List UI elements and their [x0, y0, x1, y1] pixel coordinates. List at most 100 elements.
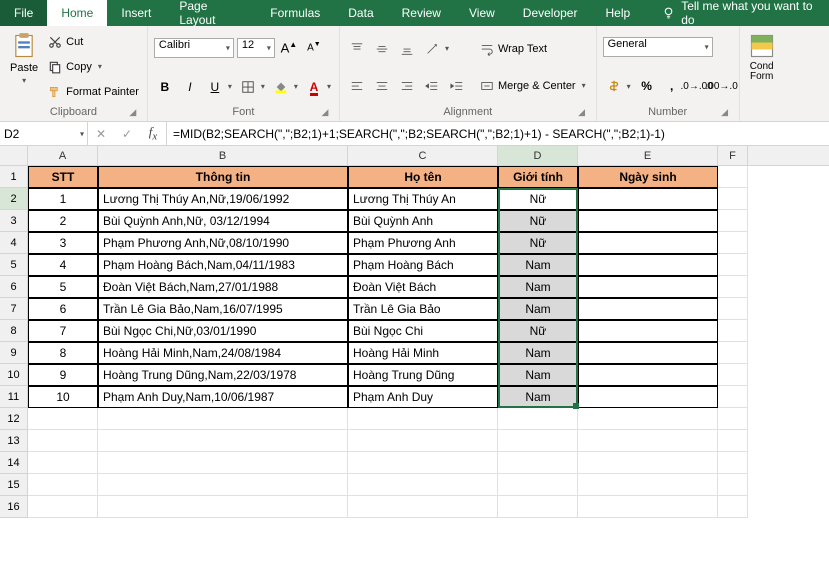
worksheet-grid[interactable]: A B C D E F 1 STT Thông tin Họ tên Giới … [0, 146, 829, 518]
insert-function-button[interactable]: fx [140, 124, 166, 143]
formula-input[interactable]: =MID(B2;SEARCH(",";B2;1)+1;SEARCH(",";B2… [167, 122, 829, 145]
cell[interactable] [98, 452, 348, 474]
col-header-e[interactable]: E [578, 146, 718, 165]
cell[interactable] [98, 474, 348, 496]
cell[interactable] [28, 474, 98, 496]
cell-info[interactable]: Hoàng Trung Dũng,Nam,22/03/1978 [98, 364, 348, 386]
cell-stt[interactable]: 10 [28, 386, 98, 408]
merge-center-button[interactable]: Merge & Center ▾ [478, 78, 590, 94]
cell-sex[interactable]: Nữ [498, 320, 578, 342]
cell[interactable] [718, 452, 748, 474]
cell-name[interactable]: Bùi Quỳnh Anh [348, 210, 498, 232]
cell-sex[interactable]: Nữ [498, 210, 578, 232]
cell-dob[interactable] [578, 188, 718, 210]
cell-stt[interactable]: 6 [28, 298, 98, 320]
header-hoten[interactable]: Họ tên [348, 166, 498, 188]
underline-button[interactable]: U▾ [204, 76, 234, 98]
cell-dob[interactable] [578, 298, 718, 320]
cell[interactable] [718, 210, 748, 232]
col-header-a[interactable]: A [28, 146, 98, 165]
cell-stt[interactable]: 7 [28, 320, 98, 342]
cell[interactable] [348, 408, 498, 430]
cell-stt[interactable]: 9 [28, 364, 98, 386]
row-header[interactable]: 11 [0, 386, 28, 408]
cell-sex[interactable]: Nam [498, 298, 578, 320]
cell-dob[interactable] [578, 364, 718, 386]
cell[interactable] [718, 232, 748, 254]
header-ngaysinh[interactable]: Ngày sinh [578, 166, 718, 188]
decrease-decimal-button[interactable]: .00→.0 [711, 75, 733, 97]
cell-stt[interactable]: 5 [28, 276, 98, 298]
cell[interactable] [498, 474, 578, 496]
cell[interactable] [578, 496, 718, 518]
cut-button[interactable]: Cut [46, 34, 141, 50]
align-middle-button[interactable] [371, 38, 393, 60]
cancel-formula-button[interactable]: ✕ [88, 127, 114, 141]
dialog-launcher-icon[interactable]: ◢ [127, 107, 139, 119]
cell[interactable] [578, 430, 718, 452]
tab-insert[interactable]: Insert [107, 0, 165, 26]
row-header[interactable]: 10 [0, 364, 28, 386]
cell-dob[interactable] [578, 320, 718, 342]
cell[interactable] [98, 430, 348, 452]
borders-button[interactable]: ▾ [237, 76, 267, 98]
row-header[interactable]: 16 [0, 496, 28, 518]
row-header[interactable]: 6 [0, 276, 28, 298]
cell-sex[interactable]: Nữ [498, 232, 578, 254]
name-box-input[interactable] [4, 127, 64, 141]
cell-sex[interactable]: Nam [498, 276, 578, 298]
row-header[interactable]: 9 [0, 342, 28, 364]
cell[interactable] [498, 452, 578, 474]
col-header-f[interactable]: F [718, 146, 748, 165]
row-header[interactable]: 1 [0, 166, 28, 188]
cell-stt[interactable]: 2 [28, 210, 98, 232]
increase-decimal-button[interactable]: .0→.00 [686, 75, 708, 97]
cell-name[interactable]: Hoàng Hải Minh [348, 342, 498, 364]
header-thongtin[interactable]: Thông tin [98, 166, 348, 188]
cell[interactable] [498, 430, 578, 452]
align-right-button[interactable] [396, 75, 418, 97]
cell-name[interactable]: Hoàng Trung Dũng [348, 364, 498, 386]
row-header[interactable]: 12 [0, 408, 28, 430]
cell-info[interactable]: Đoàn Việt Bách,Nam,27/01/1988 [98, 276, 348, 298]
cell[interactable] [498, 408, 578, 430]
row-header[interactable]: 7 [0, 298, 28, 320]
cell[interactable] [718, 364, 748, 386]
cell-name[interactable]: Bùi Ngọc Chi [348, 320, 498, 342]
dialog-launcher-icon[interactable]: ◢ [319, 107, 331, 119]
tab-developer[interactable]: Developer [509, 0, 592, 26]
align-top-button[interactable] [346, 38, 368, 60]
cell-info[interactable]: Hoàng Hải Minh,Nam,24/08/1984 [98, 342, 348, 364]
cell-stt[interactable]: 1 [28, 188, 98, 210]
dialog-launcher-icon[interactable]: ◢ [576, 107, 588, 119]
cell-info[interactable]: Phạm Anh Duy,Nam,10/06/1987 [98, 386, 348, 408]
cell[interactable] [718, 386, 748, 408]
cell[interactable] [348, 452, 498, 474]
percent-button[interactable]: % [636, 75, 658, 97]
name-box[interactable]: ▾ [0, 122, 88, 145]
dialog-launcher-icon[interactable]: ◢ [719, 107, 731, 119]
select-all-corner[interactable] [0, 146, 28, 166]
orientation-button[interactable]: ▾ [421, 38, 451, 60]
enter-formula-button[interactable]: ✓ [114, 127, 140, 141]
copy-button[interactable]: Copy ▾ [46, 59, 141, 75]
paste-button[interactable]: Paste ▾ [6, 30, 42, 104]
header-gioitinh[interactable]: Giới tính [498, 166, 578, 188]
cell[interactable] [348, 430, 498, 452]
increase-indent-button[interactable] [446, 75, 468, 97]
cell-info[interactable]: Phạm Phương Anh,Nữ,08/10/1990 [98, 232, 348, 254]
cell[interactable] [28, 452, 98, 474]
cell[interactable] [348, 496, 498, 518]
align-center-button[interactable] [371, 75, 393, 97]
cell-dob[interactable] [578, 210, 718, 232]
cell-info[interactable]: Lương Thị Thúy An,Nữ,19/06/1992 [98, 188, 348, 210]
cell-sex[interactable]: Nam [498, 254, 578, 276]
tab-file[interactable]: File [0, 0, 47, 26]
format-painter-button[interactable]: Format Painter [46, 84, 141, 100]
col-header-c[interactable]: C [348, 146, 498, 165]
cell[interactable] [718, 298, 748, 320]
bold-button[interactable]: B [154, 76, 176, 98]
cell[interactable] [718, 430, 748, 452]
cell-name[interactable]: Trần Lê Gia Bảo [348, 298, 498, 320]
align-left-button[interactable] [346, 75, 368, 97]
